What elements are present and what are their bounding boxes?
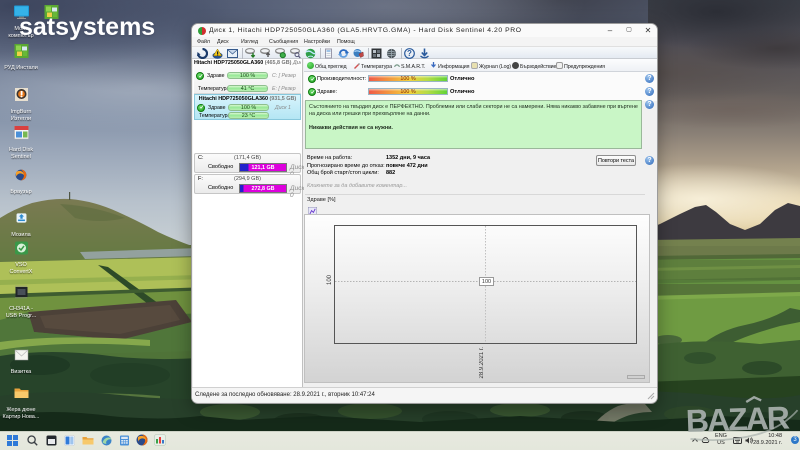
svg-text:?: ? xyxy=(407,49,412,58)
